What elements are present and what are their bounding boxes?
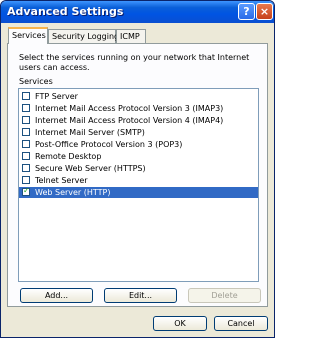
service-row-imap4[interactable]: Internet Mail Access Protocol Version 4 …: [19, 115, 258, 126]
title-bar[interactable]: Advanced Settings ? ×: [1, 1, 274, 23]
service-row-http[interactable]: Web Server (HTTP): [19, 186, 258, 198]
checkbox[interactable]: [22, 116, 30, 124]
close-icon: ×: [259, 5, 270, 18]
panel-description: Select the services running on your netw…: [19, 53, 250, 72]
checkbox[interactable]: [22, 104, 30, 112]
window-title: Advanced Settings: [7, 5, 124, 18]
checkbox-checked[interactable]: [22, 186, 30, 196]
service-label: Secure Web Server (HTTPS): [35, 164, 146, 173]
service-label: Internet Mail Access Protocol Version 3 …: [35, 104, 224, 113]
edit-button[interactable]: Edit...: [104, 288, 177, 303]
cancel-button[interactable]: Cancel: [214, 316, 268, 331]
services-panel: Select the services running on your netw…: [7, 43, 268, 307]
services-list-label: Services: [19, 77, 53, 86]
advanced-settings-dialog: Advanced Settings ? × Services Security …: [0, 0, 275, 338]
delete-button[interactable]: Delete: [188, 288, 261, 303]
services-listbox[interactable]: FTP Server Internet Mail Access Protocol…: [18, 88, 259, 282]
service-label: Web Server (HTTP): [35, 188, 111, 197]
checkbox[interactable]: [22, 128, 30, 136]
checkbox[interactable]: [22, 176, 30, 184]
service-label: Telnet Server: [35, 176, 88, 185]
tab-services[interactable]: Services: [8, 27, 48, 44]
checkbox[interactable]: [22, 140, 30, 148]
service-label: Internet Mail Server (SMTP): [35, 128, 145, 137]
service-row-imap3[interactable]: Internet Mail Access Protocol Version 3 …: [19, 103, 258, 114]
service-label: Post-Office Protocol Version 3 (POP3): [35, 140, 183, 149]
service-row-smtp[interactable]: Internet Mail Server (SMTP): [19, 127, 258, 138]
ok-button[interactable]: OK: [153, 316, 207, 331]
service-label: Remote Desktop: [35, 152, 102, 161]
service-label: Internet Mail Access Protocol Version 4 …: [35, 116, 224, 125]
service-label: FTP Server: [35, 92, 78, 101]
close-button[interactable]: ×: [256, 3, 273, 20]
service-row-pop3[interactable]: Post-Office Protocol Version 3 (POP3): [19, 139, 258, 150]
service-row-remote-desktop[interactable]: Remote Desktop: [19, 151, 258, 162]
service-row-ftp[interactable]: FTP Server: [19, 91, 258, 102]
service-row-https[interactable]: Secure Web Server (HTTPS): [19, 163, 258, 174]
checkbox[interactable]: [22, 92, 30, 100]
add-button[interactable]: Add...: [20, 288, 93, 303]
help-icon: ?: [243, 5, 250, 18]
tab-icmp[interactable]: ICMP: [116, 29, 146, 43]
checkbox[interactable]: [22, 164, 30, 172]
tab-security-logging[interactable]: Security Logging: [48, 29, 119, 43]
service-row-telnet[interactable]: Telnet Server: [19, 175, 258, 186]
help-button[interactable]: ?: [238, 3, 255, 20]
checkbox[interactable]: [22, 152, 30, 160]
